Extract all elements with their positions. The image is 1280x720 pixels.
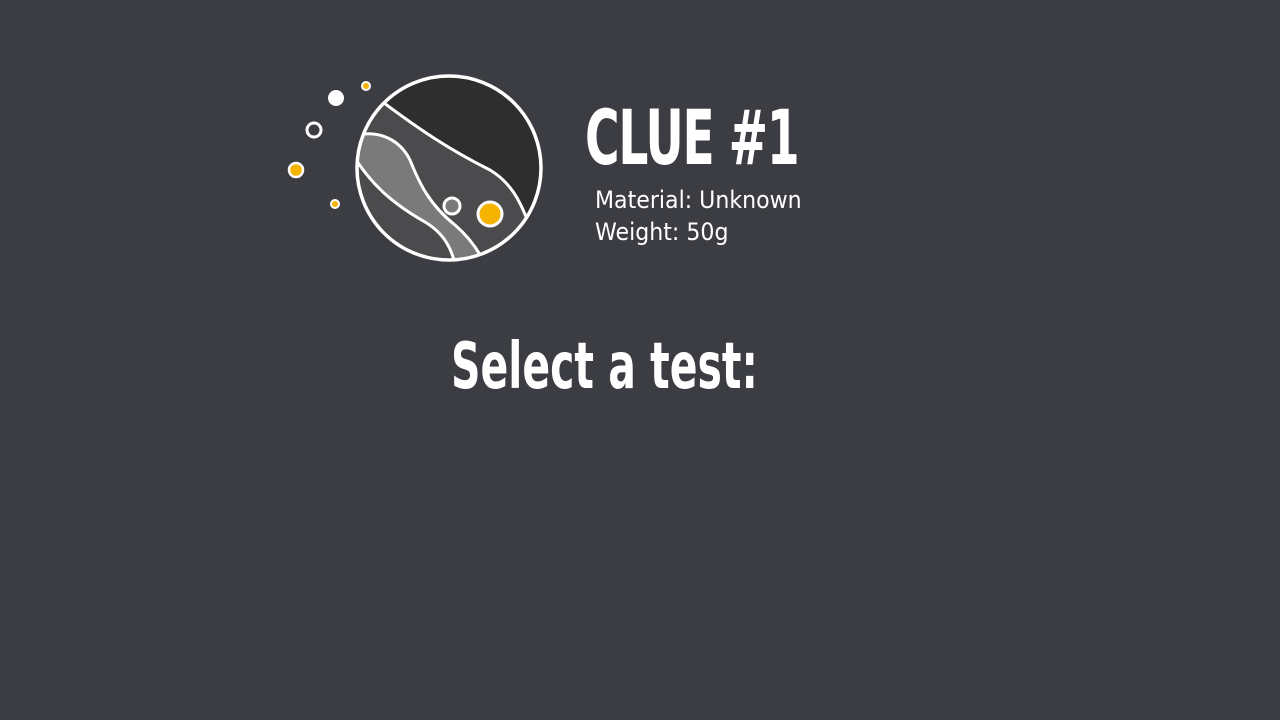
moon-dot <box>328 90 344 106</box>
planet-icon <box>287 74 543 262</box>
moon-dot <box>330 199 340 209</box>
clue-title: CLUE #1 <box>585 93 800 182</box>
select-test-heading: Select a test: <box>451 330 758 404</box>
clue-screen: CLUE #1 Material: Unknown Weight: 50g Se… <box>0 0 1280 720</box>
material-label: Material: Unknown <box>595 186 802 214</box>
weight-label: Weight: 50g <box>595 218 729 246</box>
crater-spot <box>442 196 462 216</box>
clue-info: Material: Unknown Weight: 50g <box>595 184 802 248</box>
crater-spot <box>476 200 504 228</box>
moon-dot <box>287 161 305 179</box>
moon-dot <box>361 81 371 91</box>
moon-dot <box>305 121 323 139</box>
